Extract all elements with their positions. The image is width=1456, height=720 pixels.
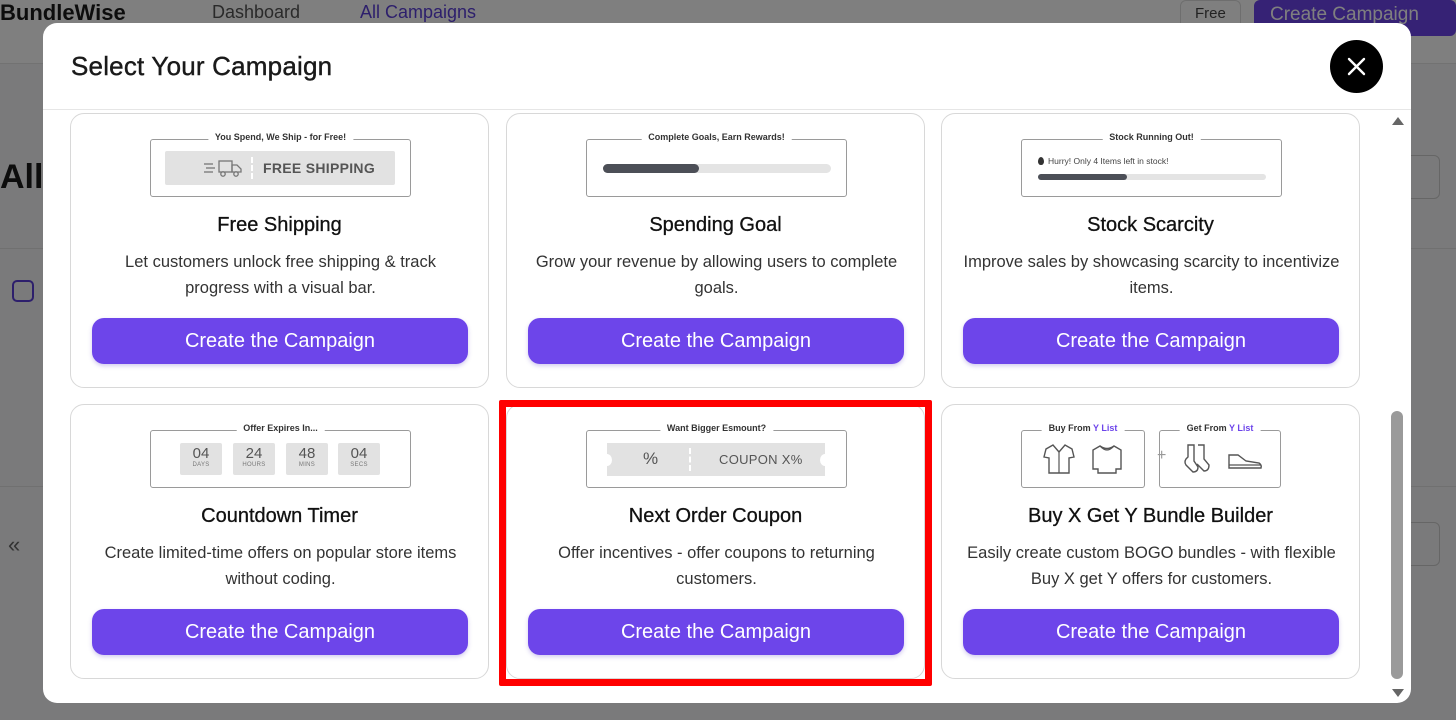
preview-caption: Get From Y List (1179, 423, 1261, 433)
campaign-card-next-order-coupon: Want Bigger Esmount? % COUPON X% Next Or… (506, 404, 925, 679)
timer-value: 48 (298, 445, 316, 462)
create-campaign-button-stock-scarcity[interactable]: Create the Campaign (963, 318, 1339, 364)
progress-bar (603, 164, 831, 173)
campaign-card-free-shipping: You Spend, We Ship - for Free! FREE SHIP… (70, 113, 489, 388)
shoe-icon (1228, 454, 1262, 469)
preview-caption: Complete Goals, Earn Rewards! (641, 132, 792, 142)
sweater-icon (1092, 445, 1122, 474)
fire-icon (1038, 157, 1044, 165)
preview-caption: You Spend, We Ship - for Free! (207, 132, 354, 142)
card-title: Countdown Timer (201, 505, 358, 527)
notch (602, 454, 612, 466)
card-title: Spending Goal (649, 214, 782, 236)
scrollbar[interactable] (1390, 115, 1404, 699)
timer-label: HOURS (242, 462, 266, 468)
stock-message: Hurry! Only 4 Items left in stock! (1038, 156, 1168, 166)
create-campaign-button-spending-goal[interactable]: Create the Campaign (528, 318, 904, 364)
close-icon (1347, 57, 1366, 76)
timer-label: DAYS (192, 462, 210, 468)
caption-y: Y (1092, 423, 1099, 433)
card-title: Stock Scarcity (1087, 214, 1214, 236)
shipping-banner: FREE SHIPPING (165, 151, 395, 185)
percent-icon: % (643, 449, 659, 468)
notch (820, 454, 830, 466)
coupon-ticket: % COUPON X% (602, 443, 830, 476)
caption-text: Get From (1186, 423, 1227, 433)
timer-value: 24 (245, 445, 263, 462)
caption-text: Buy From (1048, 423, 1091, 433)
create-campaign-button-bxgy[interactable]: Create the Campaign (963, 609, 1339, 655)
caption-list: List (1237, 423, 1254, 433)
timer-secs: 04 SECS (338, 443, 380, 475)
timer-days: 04 DAYS (180, 443, 222, 475)
caption-list: List (1101, 423, 1118, 433)
card-description: Offer incentives - offer coupons to retu… (558, 544, 875, 588)
campaign-card-stock-scarcity: Stock Running Out! Hurry! Only 4 Items l… (941, 113, 1360, 388)
preview-caption: Want Bigger Esmount? (659, 423, 774, 433)
timer-label: MINS (298, 462, 316, 468)
campaign-grid: You Spend, We Ship - for Free! FREE SHIP… (43, 111, 1411, 703)
scroll-down-arrow-icon[interactable] (1392, 689, 1404, 697)
card-description: Easily create custom BOGO bundles - with… (967, 544, 1336, 588)
card-description: Improve sales by showcasing scarcity to … (963, 253, 1340, 297)
create-campaign-button-free-shipping[interactable]: Create the Campaign (92, 318, 468, 364)
campaign-card-countdown-timer: Offer Expires In... 04 DAYS 24 HOURS 48 … (70, 404, 489, 679)
card-description: Grow your revenue by allowing users to c… (535, 253, 898, 297)
stock-message-text: Hurry! Only 4 Items left in stock! (1048, 156, 1169, 166)
create-campaign-button-countdown-timer[interactable]: Create the Campaign (92, 609, 468, 655)
caption-y: Y (1228, 423, 1235, 433)
timer-label: SECS (350, 462, 368, 468)
preview-countdown: Offer Expires In... 04 DAYS 24 HOURS 48 … (150, 423, 411, 488)
card-title: Next Order Coupon (628, 505, 803, 527)
preview-spending-goal: Complete Goals, Earn Rewards! (586, 132, 847, 197)
timer-hours: 24 HOURS (233, 443, 275, 475)
preview-caption: Stock Running Out! (1102, 132, 1201, 142)
close-button[interactable] (1330, 40, 1383, 93)
modal-title: Select Your Campaign (71, 51, 333, 81)
campaign-card-spending-goal: Complete Goals, Earn Rewards! Spending G… (506, 113, 925, 388)
progress-fill (603, 164, 699, 173)
modal-header: Select Your Campaign (43, 23, 1411, 110)
truck-icon (204, 160, 242, 177)
preview-caption: Buy From Y List (1041, 423, 1125, 433)
stock-progress-fill (1038, 174, 1127, 180)
card-title: Buy X Get Y Bundle Builder (1028, 505, 1273, 527)
separator (689, 448, 691, 471)
socks-icon (1184, 444, 1210, 473)
preview-label: FREE SHIPPING (263, 160, 376, 176)
preview-coupon: Want Bigger Esmount? % COUPON X% (586, 423, 847, 488)
preview-free-shipping: You Spend, We Ship - for Free! FREE SHIP… (150, 132, 411, 197)
scroll-thumb[interactable] (1391, 411, 1403, 679)
shirt-icon (1043, 444, 1075, 474)
preview-caption: Offer Expires In... (236, 423, 325, 433)
card-description: Create limited-time offers on popular st… (104, 544, 457, 588)
preview-get-list: Get From Y List (1159, 423, 1281, 488)
card-title: Free Shipping (217, 214, 342, 236)
stock-progress-bar (1038, 174, 1266, 180)
card-description: Let customers unlock free shipping & tra… (125, 253, 436, 297)
timer-value: 04 (350, 445, 368, 462)
timer-value: 04 (192, 445, 210, 462)
scroll-up-arrow-icon[interactable] (1392, 117, 1404, 125)
preview-buy-list: Buy From Y List (1021, 423, 1145, 488)
campaign-card-bxgy: Buy From Y List + Get From Y List Buy X … (941, 404, 1360, 679)
timer-mins: 48 MINS (286, 443, 328, 475)
separator (251, 157, 253, 179)
preview-stock-scarcity: Stock Running Out! Hurry! Only 4 Items l… (1021, 132, 1282, 197)
coupon-code: COUPON X% (719, 452, 803, 467)
campaign-modal: Select Your Campaign You Spend, We Ship … (43, 23, 1411, 703)
create-campaign-button-next-order-coupon[interactable]: Create the Campaign (528, 609, 904, 655)
